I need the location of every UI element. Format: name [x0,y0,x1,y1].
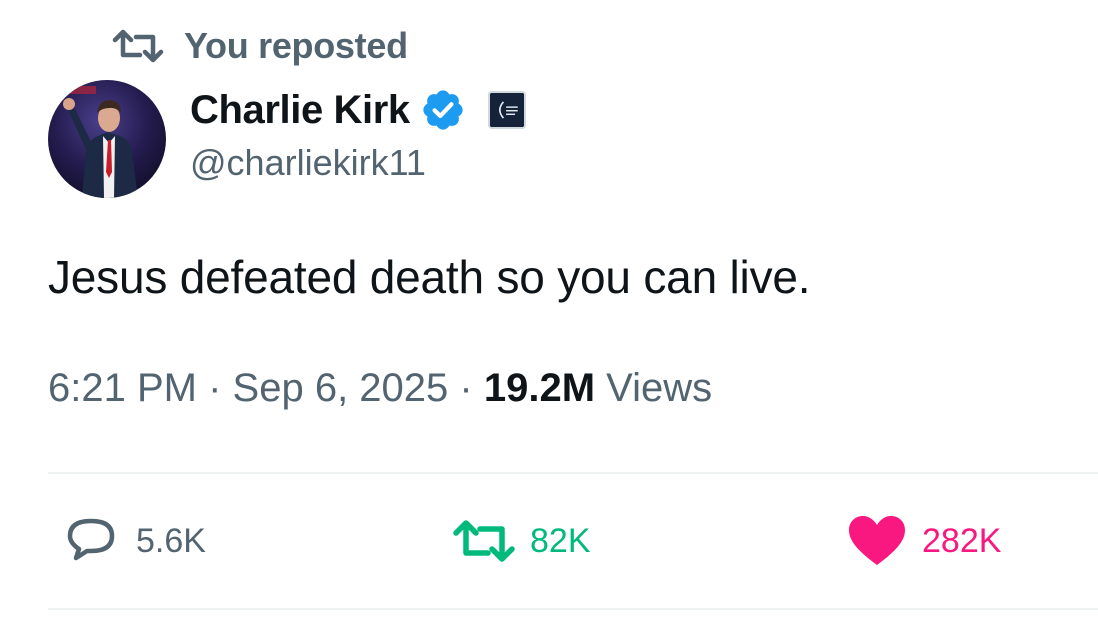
repost-context[interactable]: You reposted [112,22,408,70]
author-handle[interactable]: @charliekirk11 [190,142,426,184]
views-count[interactable]: 19.2M [484,366,595,410]
repost-button[interactable]: 82K [452,510,591,572]
reply-button[interactable]: 5.6K [62,510,206,572]
like-count: 282K [922,521,1002,560]
reply-icon [67,518,115,561]
repost-context-label: You reposted [184,25,408,66]
reply-count: 5.6K [136,521,206,560]
divider [48,608,1098,610]
verified-badge-icon[interactable] [420,87,466,133]
tweet-time[interactable]: 6:21 PM [48,366,197,410]
tweet-meta: 6:21 PM · Sep 6, 2025 · 19.2M Views [48,366,712,411]
repost-count: 82K [530,521,591,560]
avatar[interactable] [48,80,166,198]
views-label: Views [606,366,713,410]
tweet-text: Jesus defeated death so you can live. [48,251,811,303]
like-button[interactable]: 282K [846,510,1001,572]
author-name-row[interactable]: Charlie Kirk [190,84,526,136]
repost-icon [453,520,515,562]
meta-separator: · [459,366,473,410]
meta-separator: · [208,366,222,410]
avatar-photo [48,80,166,198]
tweet-date[interactable]: Sep 6, 2025 [233,366,449,410]
heart-icon [849,516,905,565]
affiliate-badge-icon[interactable] [487,91,526,129]
repost-icon [112,29,164,63]
divider [48,472,1098,474]
author-display-name[interactable]: Charlie Kirk [190,88,410,133]
